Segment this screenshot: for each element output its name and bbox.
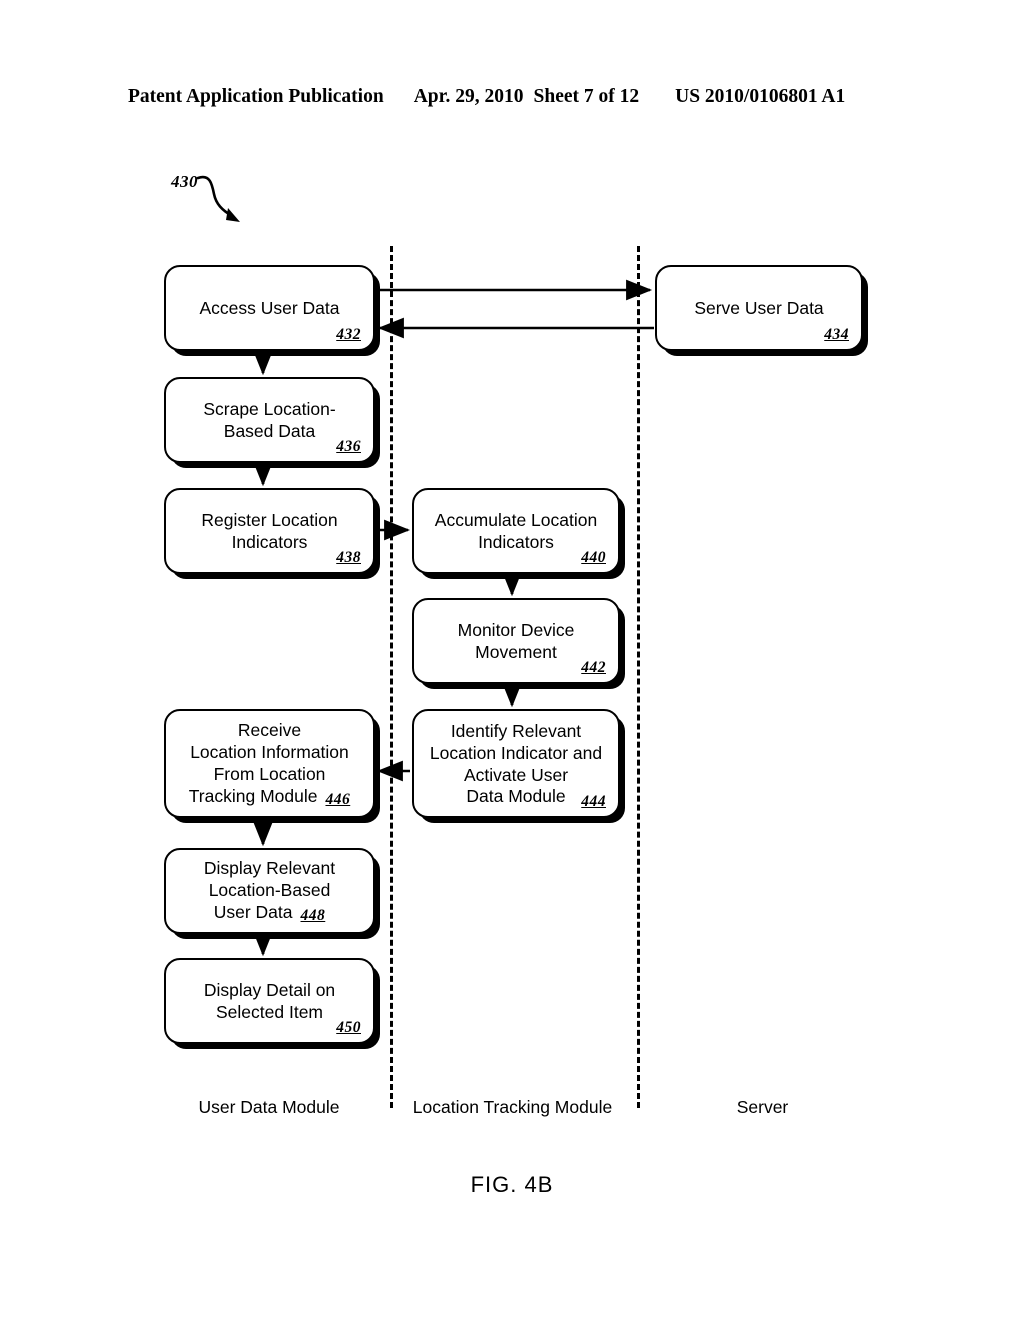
figure-caption: FIG. 4B: [470, 1172, 554, 1197]
patent-figure-4b: 430 Access User Data 432 Serve User Data…: [0, 0, 1024, 1320]
node-446-label: Receive Location Information From Locati…: [176, 720, 363, 809]
process-node-display-detail-on-selected-item[interactable]: Display Detail on Selected Item 450: [164, 958, 375, 1044]
process-node-identify-relevant-location-indicator[interactable]: Identify Relevant Location Indicator and…: [412, 709, 620, 818]
node-448-last-line: User Data 448: [213, 902, 326, 925]
figure-reference-lead-arrow-icon: [196, 175, 240, 222]
node-448-reference: 448: [300, 907, 326, 925]
node-446-last-line: Tracking Module 446: [188, 785, 351, 808]
node-446-reference: 446: [325, 790, 351, 808]
lane-label-user-data-module: User Data Module: [198, 1097, 340, 1117]
process-node-receive-location-information[interactable]: Receive Location Information From Locati…: [164, 709, 375, 818]
node-448-label: Display Relevant Location-Based User Data…: [176, 858, 363, 925]
node-450-reference: 450: [336, 1019, 361, 1036]
node-440-reference: 440: [581, 549, 606, 566]
node-444-reference: 444: [581, 793, 606, 810]
node-434-label: Serve User Data: [694, 298, 824, 319]
node-450-label: Display Detail on Selected Item: [203, 980, 336, 1022]
process-node-accumulate-location-indicators[interactable]: Accumulate Location Indicators 440: [412, 488, 620, 574]
node-438-reference: 438: [336, 549, 361, 566]
process-node-access-user-data[interactable]: Access User Data 432: [164, 265, 375, 351]
process-node-display-relevant-location-based-user-data[interactable]: Display Relevant Location-Based User Data…: [164, 848, 375, 934]
process-node-serve-user-data[interactable]: Serve User Data 434: [655, 265, 863, 351]
node-432-reference: 432: [336, 326, 361, 343]
node-436-label: Scrape Location- Based Data: [203, 399, 336, 441]
node-432-label: Access User Data: [199, 298, 340, 319]
node-438-label: Register Location Indicators: [201, 510, 338, 552]
node-434-reference: 434: [824, 326, 849, 343]
process-node-monitor-device-movement[interactable]: Monitor Device Movement 442: [412, 598, 620, 684]
process-node-scrape-location-based-data[interactable]: Scrape Location- Based Data 436: [164, 377, 375, 463]
figure-reference-430: 430: [171, 172, 198, 191]
lane-label-server: Server: [736, 1097, 789, 1117]
node-442-reference: 442: [581, 659, 606, 676]
node-436-reference: 436: [336, 438, 361, 455]
node-440-label: Accumulate Location Indicators: [434, 510, 598, 552]
swimlane-divider-user-data-location-tracking: [390, 246, 393, 1108]
swimlane-divider-location-tracking-server: [637, 246, 640, 1108]
node-442-label: Monitor Device Movement: [457, 620, 575, 662]
lane-label-location-tracking-module: Location Tracking Module: [412, 1097, 613, 1117]
process-node-register-location-indicators[interactable]: Register Location Indicators 438: [164, 488, 375, 574]
